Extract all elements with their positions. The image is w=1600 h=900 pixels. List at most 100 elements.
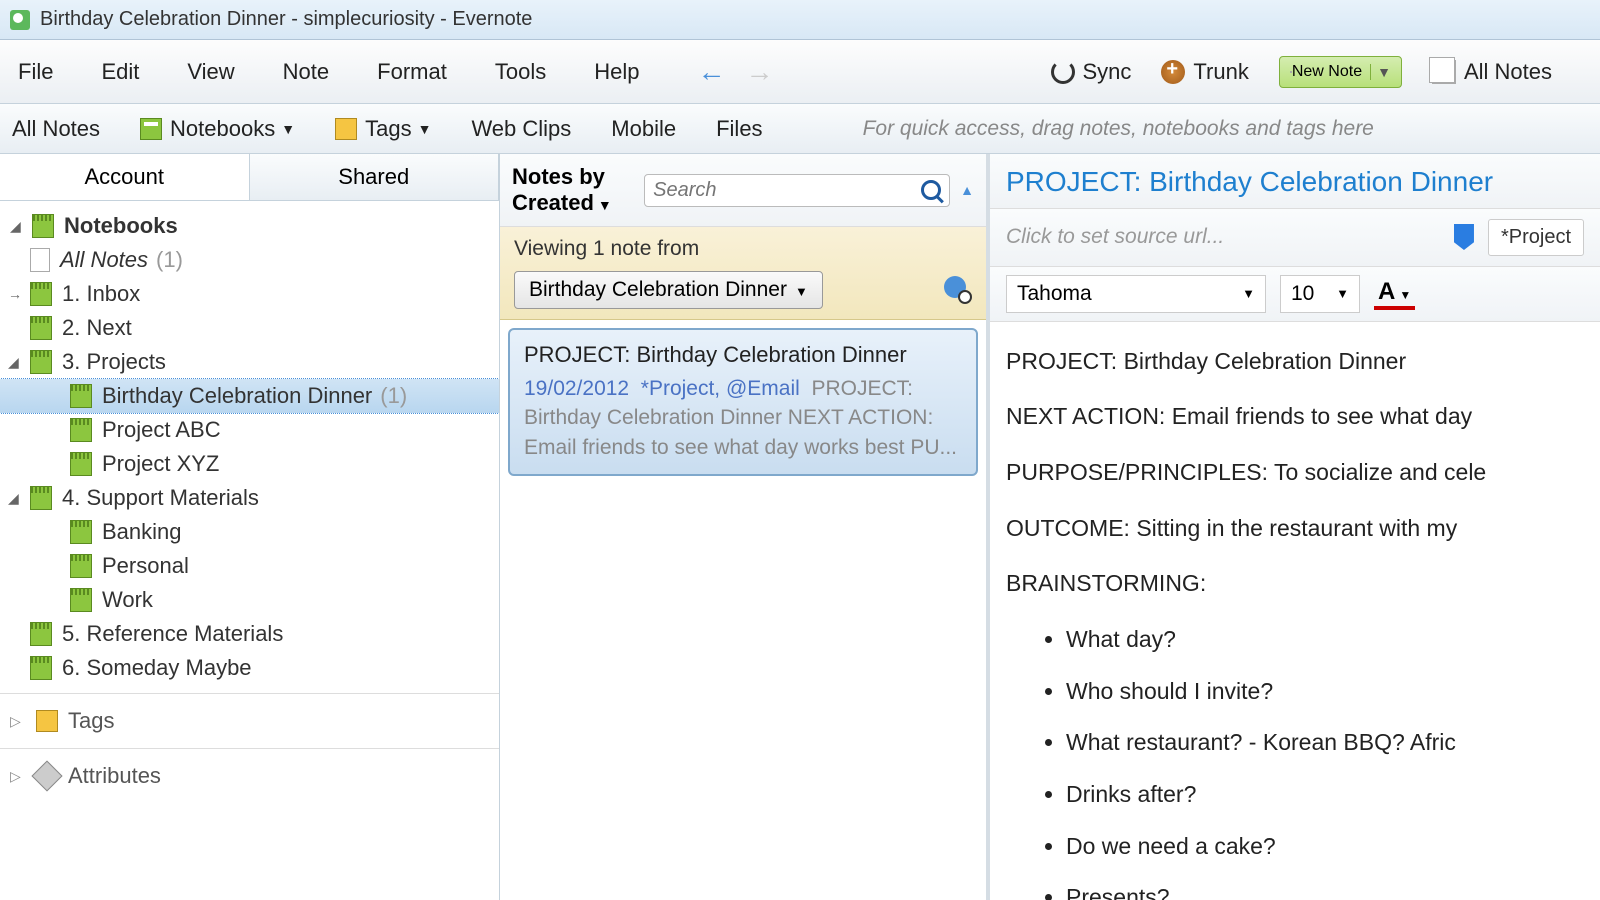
list-item: Who should I invite? bbox=[1066, 670, 1584, 714]
filter-banner: Viewing 1 note from Birthday Celebration… bbox=[500, 227, 986, 320]
menu-file[interactable]: File bbox=[18, 59, 53, 85]
nav-back-icon[interactable]: ← bbox=[697, 56, 725, 88]
chevron-down-icon: ▼ bbox=[795, 284, 808, 299]
tree-project-xyz[interactable]: Project XYZ bbox=[0, 447, 499, 481]
fav-web-clips[interactable]: Web Clips bbox=[471, 116, 571, 142]
tag-field[interactable]: *Project bbox=[1488, 219, 1584, 256]
collapse-icon[interactable]: ◢ bbox=[8, 354, 24, 371]
notebook-icon bbox=[30, 486, 52, 510]
note-list-panel: Notes by Created▼ ▲ Viewing 1 note from … bbox=[500, 154, 990, 900]
title-bar: Birthday Celebration Dinner - simplecuri… bbox=[0, 0, 1600, 40]
search-box[interactable] bbox=[644, 174, 950, 207]
list-item: What restaurant? - Korean BBQ? Afric bbox=[1066, 721, 1584, 765]
filter-text: Viewing 1 note from bbox=[514, 237, 972, 261]
notebook-icon bbox=[32, 214, 54, 238]
chevron-down-icon: ▼ bbox=[1242, 286, 1255, 301]
tree-all-notes[interactable]: All Notes(1) bbox=[0, 243, 499, 277]
body-line: OUTCOME: Sitting in the restaurant with … bbox=[1006, 507, 1584, 551]
nav-forward-icon[interactable]: → bbox=[745, 56, 773, 88]
tree-inbox[interactable]: →1. Inbox bbox=[0, 277, 499, 311]
expand-icon[interactable]: → bbox=[8, 286, 24, 302]
tree-support-materials[interactable]: ◢4. Support Materials bbox=[0, 481, 499, 515]
body-line: NEXT ACTION: Email friends to see what d… bbox=[1006, 395, 1584, 439]
search-web-icon[interactable] bbox=[944, 276, 972, 304]
notebook-icon bbox=[70, 520, 92, 544]
collapse-icon[interactable]: ◢ bbox=[8, 490, 24, 507]
notebook-icon bbox=[30, 350, 52, 374]
all-notes-button[interactable]: All Notes bbox=[1432, 59, 1552, 85]
note-card-preview: Birthday Celebration Dinner NEXT ACTION: bbox=[524, 403, 962, 432]
collapse-icon[interactable]: ◢ bbox=[10, 218, 26, 235]
fav-tags[interactable]: Tags▼ bbox=[335, 116, 431, 142]
sync-icon bbox=[1051, 60, 1075, 84]
chevron-down-icon[interactable]: ▼ bbox=[1370, 64, 1391, 80]
note-body[interactable]: PROJECT: Birthday Celebration Dinner NEX… bbox=[990, 322, 1600, 900]
tree-tags-section[interactable]: ▷Tags bbox=[0, 702, 499, 740]
menu-help[interactable]: Help bbox=[594, 59, 639, 85]
tree-next[interactable]: 2. Next bbox=[0, 311, 499, 345]
tree-attributes-section[interactable]: ▷Attributes bbox=[0, 757, 499, 795]
format-toolbar: Tahoma▼ 10▼ A▼ bbox=[990, 267, 1600, 322]
trunk-icon bbox=[1161, 60, 1185, 84]
tree-work[interactable]: Work bbox=[0, 583, 499, 617]
notebook-icon bbox=[30, 316, 52, 340]
trunk-button[interactable]: Trunk bbox=[1161, 59, 1248, 85]
expand-icon[interactable]: ▷ bbox=[10, 768, 26, 785]
collapse-icon[interactable]: ▲ bbox=[960, 182, 974, 198]
tree-birthday-celebration[interactable]: Birthday Celebration Dinner(1) bbox=[0, 379, 499, 413]
filter-notebook-dropdown[interactable]: Birthday Celebration Dinner▼ bbox=[514, 271, 823, 309]
menu-view[interactable]: View bbox=[187, 59, 234, 85]
note-title[interactable]: PROJECT: Birthday Celebration Dinner bbox=[990, 154, 1600, 209]
note-icon bbox=[1290, 71, 1292, 73]
tree-reference-materials[interactable]: 5. Reference Materials bbox=[0, 617, 499, 651]
tag-icon bbox=[36, 710, 58, 732]
note-card[interactable]: PROJECT: Birthday Celebration Dinner 19/… bbox=[508, 328, 978, 476]
fav-notebooks[interactable]: Notebooks▼ bbox=[140, 116, 295, 142]
list-item: What day? bbox=[1066, 618, 1584, 662]
fav-files[interactable]: Files bbox=[716, 116, 762, 142]
font-family-select[interactable]: Tahoma▼ bbox=[1006, 275, 1266, 313]
menu-tools[interactable]: Tools bbox=[495, 59, 546, 85]
fav-mobile[interactable]: Mobile bbox=[611, 116, 676, 142]
tree-projects[interactable]: ◢3. Projects bbox=[0, 345, 499, 379]
brainstorm-list: What day? Who should I invite? What rest… bbox=[1066, 618, 1584, 900]
menu-format[interactable]: Format bbox=[377, 59, 447, 85]
new-note-button[interactable]: New Note▼ bbox=[1279, 56, 1402, 88]
note-editor: PROJECT: Birthday Celebration Dinner Cli… bbox=[990, 154, 1600, 900]
notebook-tree: ◢Notebooks All Notes(1) →1. Inbox 2. Nex… bbox=[0, 201, 499, 900]
evernote-icon bbox=[10, 10, 30, 30]
search-input[interactable] bbox=[653, 179, 921, 202]
tree-someday-maybe[interactable]: 6. Someday Maybe bbox=[0, 651, 499, 685]
menu-bar: File Edit View Note Format Tools Help ← … bbox=[0, 40, 1600, 104]
tree-notebooks-root[interactable]: ◢Notebooks bbox=[0, 209, 499, 243]
attributes-icon bbox=[31, 760, 62, 791]
sort-dropdown[interactable]: Notes by Created▼ bbox=[512, 164, 624, 216]
tab-account[interactable]: Account bbox=[0, 154, 250, 200]
tree-personal[interactable]: Personal bbox=[0, 549, 499, 583]
font-color-button[interactable]: A▼ bbox=[1374, 278, 1415, 310]
sidebar-tabs: Account Shared bbox=[0, 154, 499, 201]
list-item: Drinks after? bbox=[1066, 773, 1584, 817]
chevron-down-icon: ▼ bbox=[598, 197, 612, 213]
chevron-down-icon: ▼ bbox=[1336, 286, 1349, 301]
note-card-title: PROJECT: Birthday Celebration Dinner bbox=[524, 342, 962, 368]
note-icon bbox=[30, 248, 50, 272]
tag-icon bbox=[335, 118, 357, 140]
source-url-field[interactable]: Click to set source url... bbox=[1006, 225, 1440, 249]
font-size-select[interactable]: 10▼ bbox=[1280, 275, 1360, 313]
search-icon[interactable] bbox=[921, 180, 941, 200]
tree-project-abc[interactable]: Project ABC bbox=[0, 413, 499, 447]
menu-note[interactable]: Note bbox=[283, 59, 329, 85]
chevron-down-icon: ▼ bbox=[281, 121, 295, 137]
tree-banking[interactable]: Banking bbox=[0, 515, 499, 549]
tag-icon bbox=[1454, 224, 1474, 250]
notebook-icon bbox=[30, 656, 52, 680]
expand-icon[interactable]: ▷ bbox=[10, 713, 26, 730]
tab-shared[interactable]: Shared bbox=[250, 154, 500, 200]
fav-all-notes[interactable]: All Notes bbox=[12, 116, 100, 142]
chevron-down-icon: ▼ bbox=[418, 121, 432, 137]
notebook-icon bbox=[30, 622, 52, 646]
body-line: BRAINSTORMING: bbox=[1006, 562, 1584, 606]
sync-button[interactable]: Sync bbox=[1051, 59, 1132, 85]
menu-edit[interactable]: Edit bbox=[101, 59, 139, 85]
